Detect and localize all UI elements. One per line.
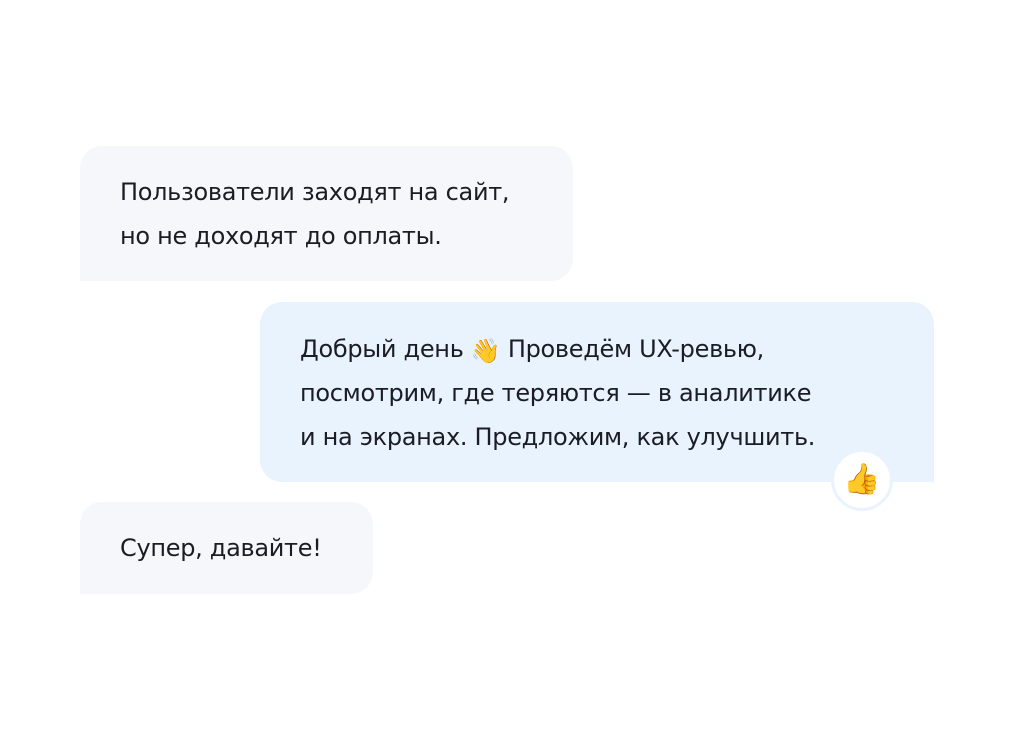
message-text-line: Добрый день 👋 Проведём UX-ревью, [300, 327, 934, 371]
thumbs-up-icon: 👍 [843, 462, 881, 497]
incoming-message-bubble: Супер, давайте! [80, 502, 373, 594]
message-text-segment: Проведём UX-ревью, [507, 335, 764, 363]
message-text-segment: Добрый день [300, 335, 464, 363]
thumbs-up-reaction[interactable]: 👍 [831, 449, 893, 511]
message-text-line: и на экранах. Предложим, как улучшить. [300, 423, 816, 451]
waving-hand-icon: 👋 [470, 337, 501, 365]
message-text-line: посмотрим, где теряются — в аналитике [300, 379, 812, 407]
incoming-message-bubble: Пользователи заходят на сайт, но не дохо… [80, 146, 573, 281]
message-text-line: Пользователи заходят на сайт, [120, 178, 510, 206]
message-text-line: Супер, давайте! [120, 534, 322, 562]
outgoing-message-bubble: Добрый день 👋 Проведём UX-ревью, посмотр… [260, 302, 934, 482]
message-text-line: но не доходят до оплаты. [120, 222, 442, 250]
